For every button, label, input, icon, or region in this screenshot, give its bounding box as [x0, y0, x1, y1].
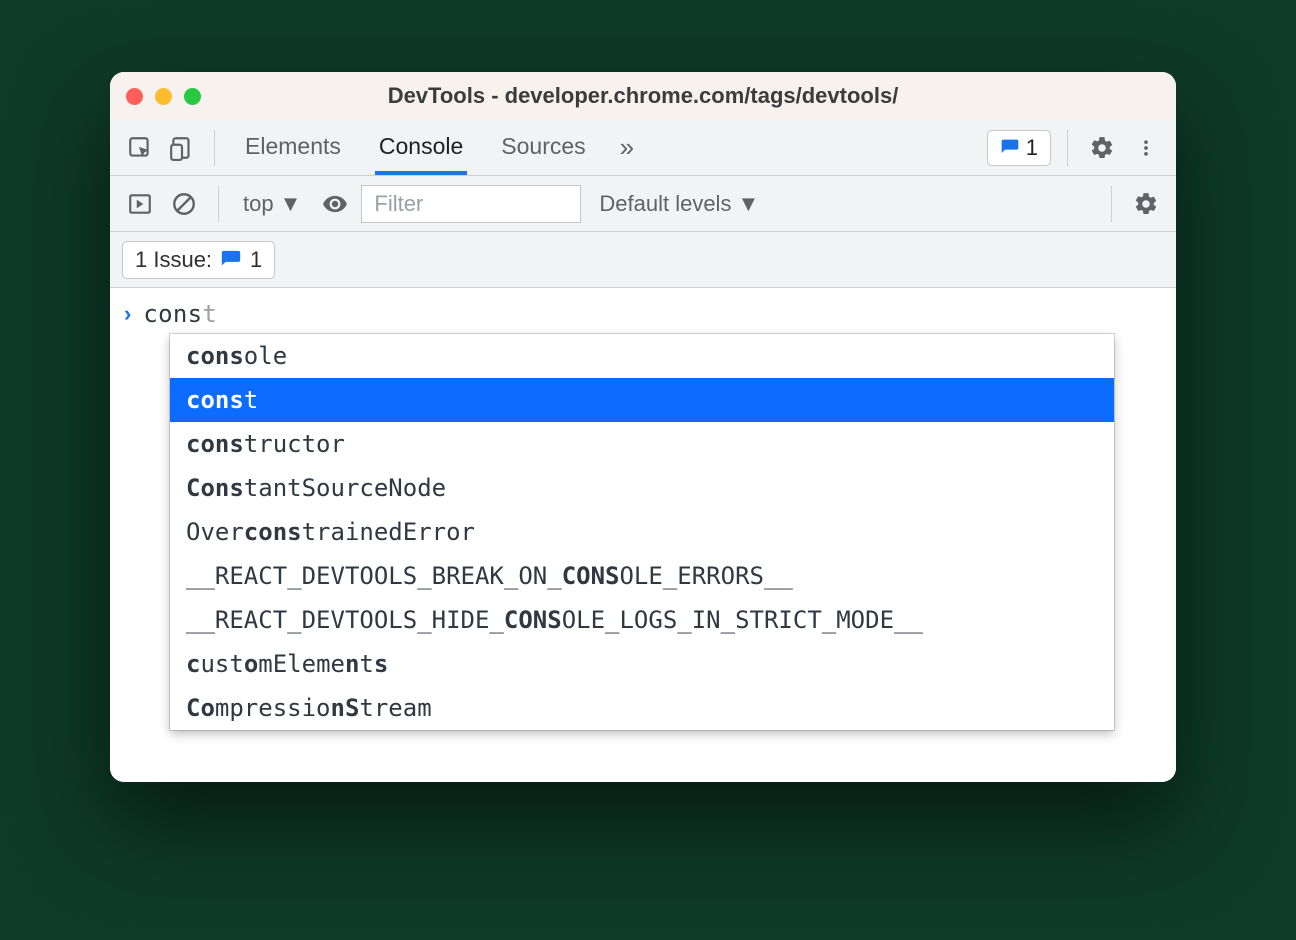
separator: [214, 130, 215, 166]
typed-text: cons: [143, 300, 202, 328]
chevron-down-icon: ▼: [737, 191, 759, 217]
console-body: › const consoleconstconstructorConstantS…: [110, 288, 1176, 782]
feedback-icon: [1000, 138, 1020, 158]
separator: [1067, 130, 1068, 166]
close-window-button[interactable]: [126, 88, 143, 105]
autocomplete-item[interactable]: const: [170, 378, 1114, 422]
tab-sources[interactable]: Sources: [497, 121, 589, 175]
context-label: top: [243, 191, 274, 217]
console-prompt-row[interactable]: › const: [110, 288, 1176, 332]
devtools-window: DevTools - developer.chrome.com/tags/dev…: [110, 72, 1176, 782]
zoom-window-button[interactable]: [184, 88, 201, 105]
autocomplete-item[interactable]: __REACT_DEVTOOLS_BREAK_ON_CONSOLE_ERRORS…: [170, 554, 1114, 598]
issues-count: 1: [1026, 135, 1038, 161]
toggle-sidebar-icon[interactable]: [122, 186, 158, 222]
kebab-menu-icon[interactable]: [1128, 130, 1164, 166]
autocomplete-item[interactable]: OverconstrainedError: [170, 510, 1114, 554]
inspect-element-icon[interactable]: [122, 130, 158, 166]
levels-label: Default levels: [599, 191, 731, 217]
autocomplete-item[interactable]: constructor: [170, 422, 1114, 466]
minimize-window-button[interactable]: [155, 88, 172, 105]
more-tabs-icon[interactable]: »: [620, 132, 634, 163]
issues-pill-count: 1: [250, 247, 262, 273]
ghost-text: t: [202, 300, 217, 328]
autocomplete-item[interactable]: customElements: [170, 642, 1114, 686]
issues-pill[interactable]: 1 Issue: 1: [122, 241, 275, 279]
panel-tabs: Elements Console Sources: [241, 121, 590, 175]
main-toolbar: Elements Console Sources » 1: [110, 120, 1176, 176]
issues-label: 1 Issue:: [135, 247, 212, 273]
filter-input[interactable]: [361, 185, 581, 223]
window-controls: [126, 88, 201, 105]
prompt-caret-icon: ›: [124, 301, 131, 327]
tab-console[interactable]: Console: [375, 121, 467, 175]
console-settings-icon[interactable]: [1128, 186, 1164, 222]
clear-console-icon[interactable]: [166, 186, 202, 222]
device-toolbar-icon[interactable]: [164, 130, 200, 166]
issues-row: 1 Issue: 1: [110, 232, 1176, 288]
settings-icon[interactable]: [1084, 130, 1120, 166]
console-toolbar: top ▼ Default levels ▼: [110, 176, 1176, 232]
autocomplete-item[interactable]: __REACT_DEVTOOLS_HIDE_CONSOLE_LOGS_IN_ST…: [170, 598, 1114, 642]
autocomplete-item[interactable]: console: [170, 334, 1114, 378]
separator: [1111, 186, 1112, 222]
issues-badge[interactable]: 1: [987, 130, 1051, 166]
live-expression-icon[interactable]: [317, 186, 353, 222]
console-input[interactable]: const: [143, 300, 217, 328]
titlebar: DevTools - developer.chrome.com/tags/dev…: [110, 72, 1176, 120]
autocomplete-item[interactable]: ConstantSourceNode: [170, 466, 1114, 510]
autocomplete-popup: consoleconstconstructorConstantSourceNod…: [170, 334, 1114, 730]
window-title: DevTools - developer.chrome.com/tags/dev…: [110, 83, 1176, 109]
log-levels-selector[interactable]: Default levels ▼: [599, 191, 759, 217]
autocomplete-item[interactable]: CompressionStream: [170, 686, 1114, 730]
feedback-icon: [220, 249, 242, 271]
context-selector[interactable]: top ▼: [235, 187, 309, 221]
chevron-down-icon: ▼: [280, 191, 302, 217]
tab-elements[interactable]: Elements: [241, 121, 345, 175]
separator: [218, 186, 219, 222]
